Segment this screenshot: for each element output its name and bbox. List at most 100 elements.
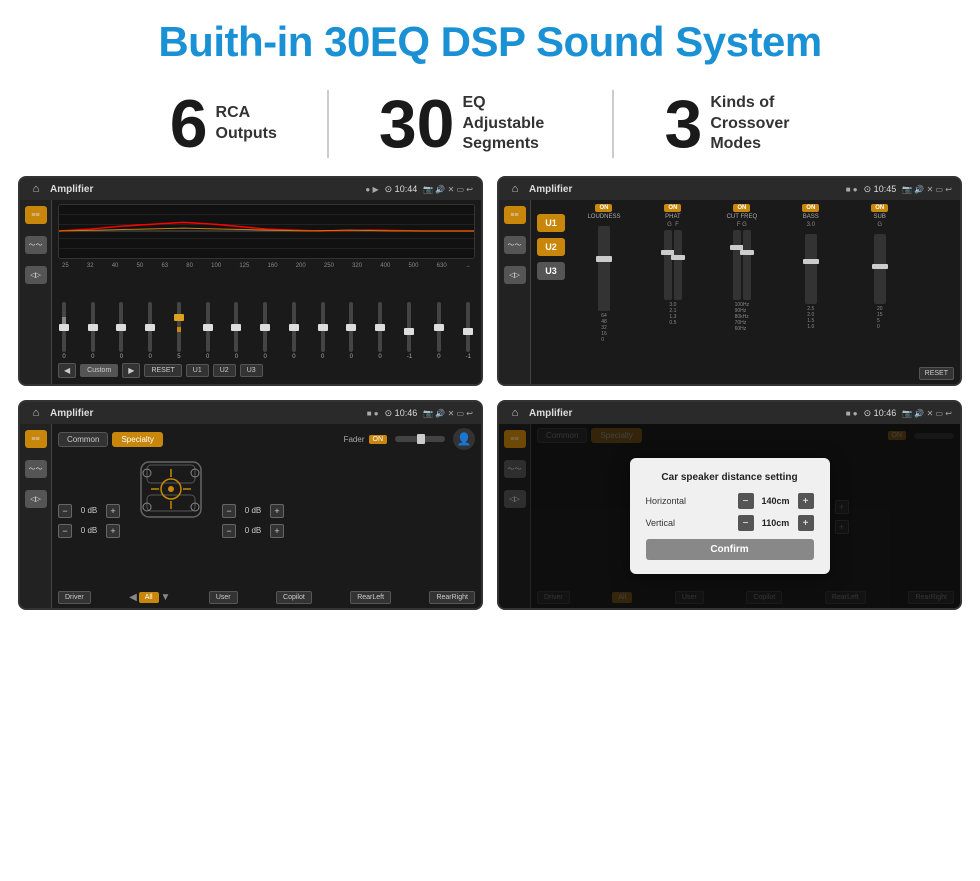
specialty-status-icons: 📷 🔊 ✕ ▭ ↩ <box>423 409 473 418</box>
crossover-sidebar: ≡≡ 〜〜 ◁▷ <box>499 200 531 384</box>
car-diagram <box>126 454 216 524</box>
confirm-button[interactable]: Confirm <box>646 539 814 560</box>
chevron-left-icon[interactable]: ◀ <box>129 592 137 603</box>
speaker-bottom-row: Driver ◀ All ▼ User Copilot RearLeft Rea… <box>58 591 475 604</box>
horizontal-plus-btn[interactable]: + <box>798 493 814 509</box>
eq-sidebar-icon-2[interactable]: 〜〜 <box>25 236 47 254</box>
crossover-screen: ⌂ Amplifier ■ ● ⊙ 10:45 📷 🔊 ✕ ▭ ↩ ≡≡ 〜〜 … <box>497 176 962 386</box>
crossover-title: Amplifier <box>529 184 840 195</box>
u3-btn[interactable]: U3 <box>537 262 565 280</box>
horizontal-label: Horizontal <box>646 496 687 506</box>
stat-text-crossover: Kinds ofCrossover Modes <box>710 93 810 155</box>
vol-value-3: 0 dB <box>239 506 267 515</box>
eq-status-icons: 📷 🔊 ✕ ▭ ↩ <box>423 185 473 194</box>
vertical-value: 110cm <box>758 518 794 528</box>
minus-btn-4[interactable]: − <box>222 524 236 538</box>
specialty-screen: ⌂ Amplifier ■ ● ⊙ 10:46 📷 🔊 ✕ ▭ ↩ ≡≡ 〜〜 … <box>18 400 483 610</box>
stats-row: 6 RCAOutputs 30 EQ AdjustableSegments 3 … <box>0 80 980 176</box>
crossover-dot: ■ ● <box>846 185 858 194</box>
eq-title: Amplifier <box>50 184 359 195</box>
plus-btn-1[interactable]: + <box>106 504 120 518</box>
specialty-sidebar-icon-2[interactable]: 〜〜 <box>25 460 47 478</box>
copilot-btn[interactable]: Copilot <box>276 591 312 604</box>
specialty-dot: ■ ● <box>367 409 379 418</box>
specialty-time: ⊙ 10:46 <box>385 408 418 419</box>
crossover-time: ⊙ 10:45 <box>864 184 897 195</box>
home-icon[interactable]: ⌂ <box>28 181 44 197</box>
stat-text-rca: RCAOutputs <box>216 103 277 145</box>
vertical-label: Vertical <box>646 518 676 528</box>
dialog-status-icons: 📷 🔊 ✕ ▭ ↩ <box>902 409 952 418</box>
eq-status-bar: ⌂ Amplifier ● ▶ ⊙ 10:44 📷 🔊 ✕ ▭ ↩ <box>20 178 481 200</box>
plus-btn-4[interactable]: + <box>270 524 284 538</box>
eq-freq-labels: 2532405063 80100125160200 25032040050063… <box>58 263 475 269</box>
crossover-home-icon[interactable]: ⌂ <box>507 181 523 197</box>
u2-btn[interactable]: U2 <box>537 238 565 256</box>
crossover-sidebar-icon-2[interactable]: 〜〜 <box>504 236 526 254</box>
specialty-content: Common Specialty Fader ON 👤 − 0 <box>52 424 481 608</box>
crossover-sidebar-icon-1[interactable]: ≡≡ <box>504 206 526 224</box>
dialog-home-icon[interactable]: ⌂ <box>507 405 523 421</box>
dialog-dot: ■ ● <box>846 409 858 418</box>
fader-toggle[interactable]: ON <box>369 435 388 444</box>
all-btn[interactable]: All <box>139 592 159 603</box>
dialog-status-bar: ⌂ Amplifier ■ ● ⊙ 10:46 📷 🔊 ✕ ▭ ↩ <box>499 402 960 424</box>
minus-btn-2[interactable]: − <box>58 524 72 538</box>
eq-sliders: 0 0 0 0 5 0 0 0 0 0 0 0 -1 0 -1 <box>58 273 475 360</box>
fader-label: Fader <box>344 435 365 444</box>
eq-preset-label: Custom <box>80 364 118 377</box>
eq-u1-btn[interactable]: U1 <box>186 364 209 377</box>
common-tab[interactable]: Common <box>58 432 108 447</box>
eq-bottom-bar: ◀ Custom ▶ RESET U1 U2 U3 <box>58 360 475 380</box>
eq-u3-btn[interactable]: U3 <box>240 364 263 377</box>
crossover-reset-btn[interactable]: RESET <box>919 367 954 380</box>
dialog-box: Car speaker distance setting Horizontal … <box>630 458 830 574</box>
eq-sidebar: ≡≡ 〜〜 ◁▷ <box>20 200 52 384</box>
screens-grid: ⌂ Amplifier ● ▶ ⊙ 10:44 📷 🔊 ✕ ▭ ↩ ≡≡ 〜〜 … <box>0 176 980 624</box>
stat-rca: 6 RCAOutputs <box>120 90 329 158</box>
plus-btn-3[interactable]: + <box>270 504 284 518</box>
crossover-sidebar-icon-3[interactable]: ◁▷ <box>504 266 526 284</box>
minus-btn-3[interactable]: − <box>222 504 236 518</box>
stat-crossover: 3 Kinds ofCrossover Modes <box>614 90 860 158</box>
vol-value-2: 0 dB <box>75 526 103 535</box>
eq-content: 2532405063 80100125160200 25032040050063… <box>52 200 481 384</box>
stat-number-3: 3 <box>664 90 702 158</box>
specialty-sidebar-icon-3[interactable]: ◁▷ <box>25 490 47 508</box>
vertical-plus-btn[interactable]: + <box>798 515 814 531</box>
minus-btn-1[interactable]: − <box>58 504 72 518</box>
plus-btn-2[interactable]: + <box>106 524 120 538</box>
main-title: Buith-in 30EQ DSP Sound System <box>0 0 980 80</box>
driver-btn[interactable]: Driver <box>58 591 91 604</box>
stat-text-eq: EQ AdjustableSegments <box>462 93 562 155</box>
eq-sidebar-icon-3[interactable]: ◁▷ <box>25 266 47 284</box>
crossover-content: U1 U2 U3 ON LOUDNESS 644832160 <box>531 200 960 384</box>
u1-btn[interactable]: U1 <box>537 214 565 232</box>
eq-sidebar-icon-1[interactable]: ≡≡ <box>25 206 47 224</box>
specialty-sidebar-icon-1[interactable]: ≡≡ <box>25 430 47 448</box>
crossover-status-icons: 📷 🔊 ✕ ▭ ↩ <box>902 185 952 194</box>
specialty-home-icon[interactable]: ⌂ <box>28 405 44 421</box>
dialog-time: ⊙ 10:46 <box>864 408 897 419</box>
chevron-down-icon[interactable]: ▼ <box>161 592 171 603</box>
u-buttons: U1 U2 U3 <box>537 204 565 380</box>
eq-prev-btn[interactable]: ◀ <box>58 363 76 378</box>
rearleft-btn[interactable]: RearLeft <box>350 591 391 604</box>
specialty-sidebar: ≡≡ 〜〜 ◁▷ <box>20 424 52 608</box>
dialog-title: Car speaker distance setting <box>646 472 814 483</box>
eq-u2-btn[interactable]: U2 <box>213 364 236 377</box>
horizontal-value: 140cm <box>758 496 794 506</box>
eq-play-btn[interactable]: ▶ <box>122 363 140 378</box>
specialty-status-bar: ⌂ Amplifier ■ ● ⊙ 10:46 📷 🔊 ✕ ▭ ↩ <box>20 402 481 424</box>
stat-number-6: 6 <box>170 90 208 158</box>
user-btn[interactable]: User <box>209 591 238 604</box>
specialty-tab[interactable]: Specialty <box>112 432 162 447</box>
horizontal-row: Horizontal − 140cm + <box>646 493 814 509</box>
horizontal-minus-btn[interactable]: − <box>738 493 754 509</box>
vertical-minus-btn[interactable]: − <box>738 515 754 531</box>
dialog-overlay: Car speaker distance setting Horizontal … <box>499 424 960 608</box>
eq-reset-btn[interactable]: RESET <box>144 364 181 377</box>
rearright-btn[interactable]: RearRight <box>429 591 475 604</box>
stat-eq: 30 EQ AdjustableSegments <box>329 90 615 158</box>
eq-dot: ● ▶ <box>365 185 378 194</box>
